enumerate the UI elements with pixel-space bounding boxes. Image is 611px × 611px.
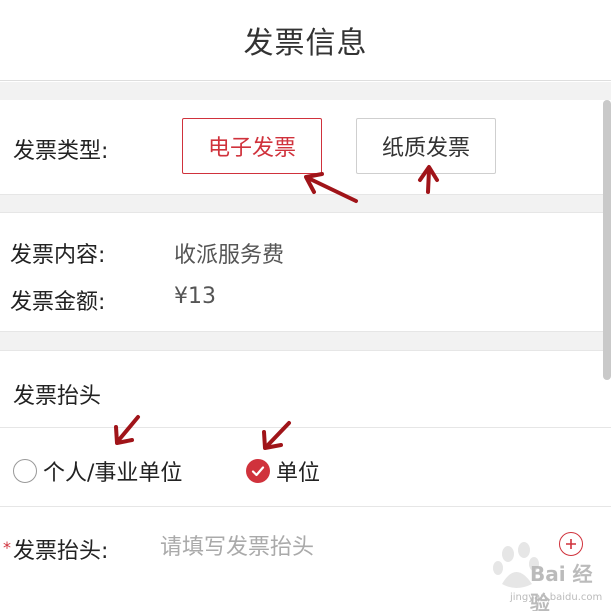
radio-company-label: 单位 — [276, 461, 321, 486]
invoice-title-field-label: 发票抬头: — [13, 539, 109, 564]
paper-invoice-label: 纸质发票 — [381, 136, 470, 161]
divider — [0, 350, 611, 351]
invoice-content-value: 收派服务费 — [174, 243, 285, 268]
invoice-amount-value: ¥13 — [174, 284, 216, 309]
radio-personal-label: 个人/事业单位 — [43, 461, 183, 486]
invoice-type-label: 发票类型: — [13, 139, 109, 164]
section-gap — [0, 82, 611, 100]
required-mark: * — [3, 538, 11, 557]
arrow-head — [262, 430, 283, 450]
radio-personal[interactable]: 个人/事业单位 — [13, 455, 182, 487]
section-gap — [0, 195, 611, 212]
arrow-line — [116, 415, 140, 443]
divider — [0, 427, 611, 428]
watermark-text: Bai 经验 — [530, 562, 593, 611]
watermark-subtext: jingyan.baidu.com — [510, 592, 603, 603]
page-header: 发票信息 — [0, 0, 611, 81]
invoice-title-heading: 发票抬头 — [13, 384, 102, 409]
arrow-head — [114, 425, 134, 445]
electronic-invoice-label: 电子发票 — [207, 136, 296, 161]
radio-checked-icon[interactable] — [246, 459, 270, 483]
invoice-content-label: 发票内容: — [10, 243, 106, 268]
section-gap — [0, 332, 611, 350]
electronic-invoice-button[interactable]: 电子发票 — [182, 118, 322, 174]
scrollbar-thumb[interactable] — [603, 100, 611, 380]
page-title: 发票信息 — [243, 26, 368, 61]
divider — [0, 506, 611, 507]
paper-invoice-button[interactable]: 纸质发票 — [356, 118, 496, 174]
invoice-amount-label: 发票金额: — [10, 290, 106, 315]
divider — [0, 212, 611, 213]
radio-unchecked-icon[interactable] — [13, 459, 37, 483]
radio-company[interactable]: 单位 — [246, 455, 320, 487]
